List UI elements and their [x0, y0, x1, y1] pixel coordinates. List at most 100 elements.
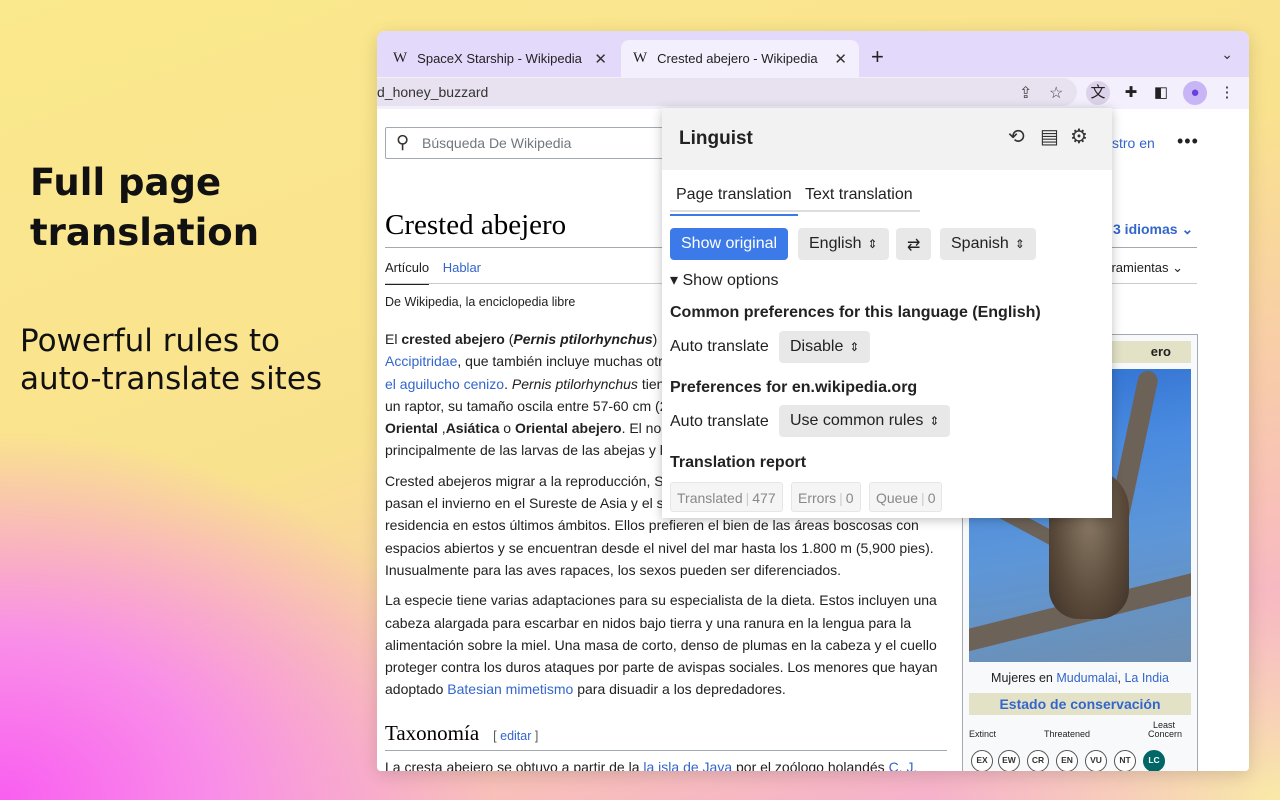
side-panel-icon[interactable]: ◧ — [1149, 81, 1173, 105]
tab-search-icon[interactable]: ⌄ — [1221, 46, 1233, 63]
section-title: Taxonomía — [385, 721, 480, 745]
status-nt: NT — [1114, 750, 1136, 771]
new-tab-button[interactable]: + — [871, 44, 884, 70]
report-value: 0 — [845, 490, 854, 506]
link-aguilucho[interactable]: el aguilucho cenizo — [385, 376, 504, 392]
dictionary-book-icon[interactable]: ▤ — [1040, 124, 1059, 149]
edit-link[interactable]: editar — [500, 729, 531, 743]
status-lc: LC — [1143, 750, 1165, 771]
section-divider — [385, 750, 947, 751]
history-icon[interactable]: ⟲ — [1008, 124, 1025, 149]
address-bar[interactable]: d_honey_buzzard ⇪ ☆ — [377, 78, 1077, 106]
section-heading: Taxonomía [ editar ] — [385, 721, 538, 746]
link-india[interactable]: La India — [1124, 671, 1168, 685]
swap-languages-button[interactable]: ⇄ — [896, 228, 932, 260]
common-auto-translate-select[interactable]: Disable ⇕ — [779, 331, 871, 363]
show-options-toggle[interactable]: ▾ Show options — [670, 270, 779, 290]
text: Inusualmente para las aves rapaces, los … — [385, 561, 842, 578]
report-label: Errors — [798, 490, 837, 506]
target-language-select[interactable]: Spanish ⇕ — [940, 228, 1036, 260]
close-tab-icon[interactable]: ✕ — [834, 50, 847, 68]
tab-talk[interactable]: Hablar — [443, 260, 481, 275]
section-text: La cresta abejero se obtuvo a partir de … — [385, 759, 917, 771]
status-cr: CR — [1027, 750, 1049, 771]
link-batesian[interactable]: Batesian mimetismo — [447, 681, 573, 697]
page-title: Crested abejero — [385, 209, 567, 241]
wikipedia-favicon-icon: W — [393, 50, 408, 66]
status-ex: EX — [971, 750, 993, 771]
edit-section: [ editar ] — [493, 729, 538, 743]
text: . — [504, 375, 512, 392]
source-language-select[interactable]: English ⇕ — [798, 228, 889, 260]
text: , que también incluye muchas otr — [457, 353, 663, 370]
text: ] — [531, 729, 539, 743]
search-placeholder: Búsqueda De Wikipedia — [422, 135, 572, 151]
site-preferences-heading: Preferences for en.wikipedia.org — [670, 379, 918, 396]
text-bold: crested abejero — [401, 331, 505, 347]
show-original-button[interactable]: Show original — [670, 228, 789, 260]
site-auto-translate-value: Use common rules — [790, 412, 924, 429]
status-vu: VU — [1085, 750, 1107, 771]
report-label: Translated — [677, 490, 743, 506]
hero-subtitle: Powerful rules to auto-translate sites — [20, 323, 323, 397]
conservation-status[interactable]: Estado de conservación — [969, 693, 1191, 715]
auto-translate-label: Auto translate — [670, 413, 769, 430]
tab-page-translation[interactable]: Page translation — [670, 186, 798, 216]
profile-avatar-icon[interactable]: ● — [1183, 81, 1207, 105]
url-text: d_honey_buzzard — [377, 84, 489, 100]
tab-crested-abejero[interactable]: W Crested abejero - Wikipedia ✕ — [621, 40, 859, 77]
link-accipitridae[interactable]: Accipitridae — [385, 353, 457, 369]
tab-text-translation[interactable]: Text translation — [805, 186, 913, 204]
tab-article[interactable]: Artículo — [385, 260, 430, 285]
select-arrows-icon: ⇕ — [867, 237, 878, 251]
common-auto-translate-value: Disable — [790, 338, 844, 355]
tab-title: SpaceX Starship - Wikipedia — [417, 51, 582, 66]
text: proteger contra los duros ataques por pa… — [385, 659, 938, 676]
share-icon[interactable]: ⇪ — [1019, 83, 1032, 103]
iucn-scale: Extinct Threatened Least Concern EX EW C… — [967, 720, 1195, 771]
bookmark-star-icon[interactable]: ☆ — [1049, 83, 1063, 103]
wikipedia-favicon-icon: W — [633, 50, 648, 66]
text: principalmente de las larvas de las abej… — [385, 442, 663, 459]
popup-title: Linguist — [679, 128, 753, 149]
report-value: 477 — [752, 490, 776, 506]
languages-divider — [1097, 247, 1197, 248]
wiki-search-input[interactable]: ⚲ Búsqueda De Wikipedia — [385, 127, 675, 159]
text: La cresta abejero se obtuvo a partir de … — [385, 759, 644, 771]
link-cj[interactable]: C. J. — [889, 759, 918, 771]
photo-caption: Mujeres en Mudumalai, La India — [963, 671, 1197, 685]
report-label: Queue — [876, 490, 919, 506]
text: Mujeres en — [991, 671, 1057, 685]
settings-gear-icon[interactable]: ⚙ — [1070, 124, 1088, 149]
text: . El no — [621, 420, 662, 437]
close-tab-icon[interactable]: ✕ — [594, 50, 607, 68]
target-language-value: Spanish — [951, 235, 1009, 252]
extensions-puzzle-icon[interactable]: ✚ — [1119, 81, 1143, 105]
label-threatened: Threatened — [1044, 729, 1091, 739]
toolbar: d_honey_buzzard ⇪ ☆ 文 ✚ ◧ ● ⋮ — [377, 77, 1249, 109]
report-queue: Queue | 0 — [869, 482, 943, 512]
status-ew: EW — [998, 750, 1020, 771]
link-java[interactable]: la isla de Java — [643, 759, 732, 771]
site-auto-translate-select[interactable]: Use common rules ⇕ — [779, 405, 951, 437]
text: Crested abejeros migrar a la reproducció… — [385, 472, 664, 489]
translation-report-heading: Translation report — [670, 454, 807, 471]
source-language-value: English — [809, 235, 862, 252]
tab-title: Crested abejero - Wikipedia — [657, 51, 818, 66]
text: residencia en estos últimos ámbitos. Ell… — [385, 517, 919, 534]
text: o — [499, 420, 515, 437]
text-bold: Oriental abejero — [514, 420, 622, 437]
login-link[interactable]: stro en — [1112, 135, 1155, 151]
linguist-extension-icon[interactable]: 文 — [1086, 81, 1110, 105]
text: , — [437, 420, 446, 437]
link-mudumalai[interactable]: Mudumalai — [1056, 671, 1117, 685]
text: La especie tiene varias adaptaciones par… — [385, 592, 937, 609]
text: un raptor, su tamaño oscila entre 57-60 … — [385, 397, 668, 414]
more-options-icon[interactable]: ••• — [1177, 131, 1199, 152]
label-extinct: Extinct — [969, 729, 997, 739]
tab-spacex[interactable]: W SpaceX Starship - Wikipedia ✕ — [381, 40, 619, 77]
menu-kebab-icon[interactable]: ⋮ — [1215, 81, 1239, 105]
languages-button[interactable]: 3 idiomas ⌄ — [1113, 221, 1193, 238]
from-wikipedia: De Wikipedia, la enciclopedia libre — [385, 295, 576, 309]
text: pasan el invierno en el Sureste de Asia … — [385, 495, 664, 512]
